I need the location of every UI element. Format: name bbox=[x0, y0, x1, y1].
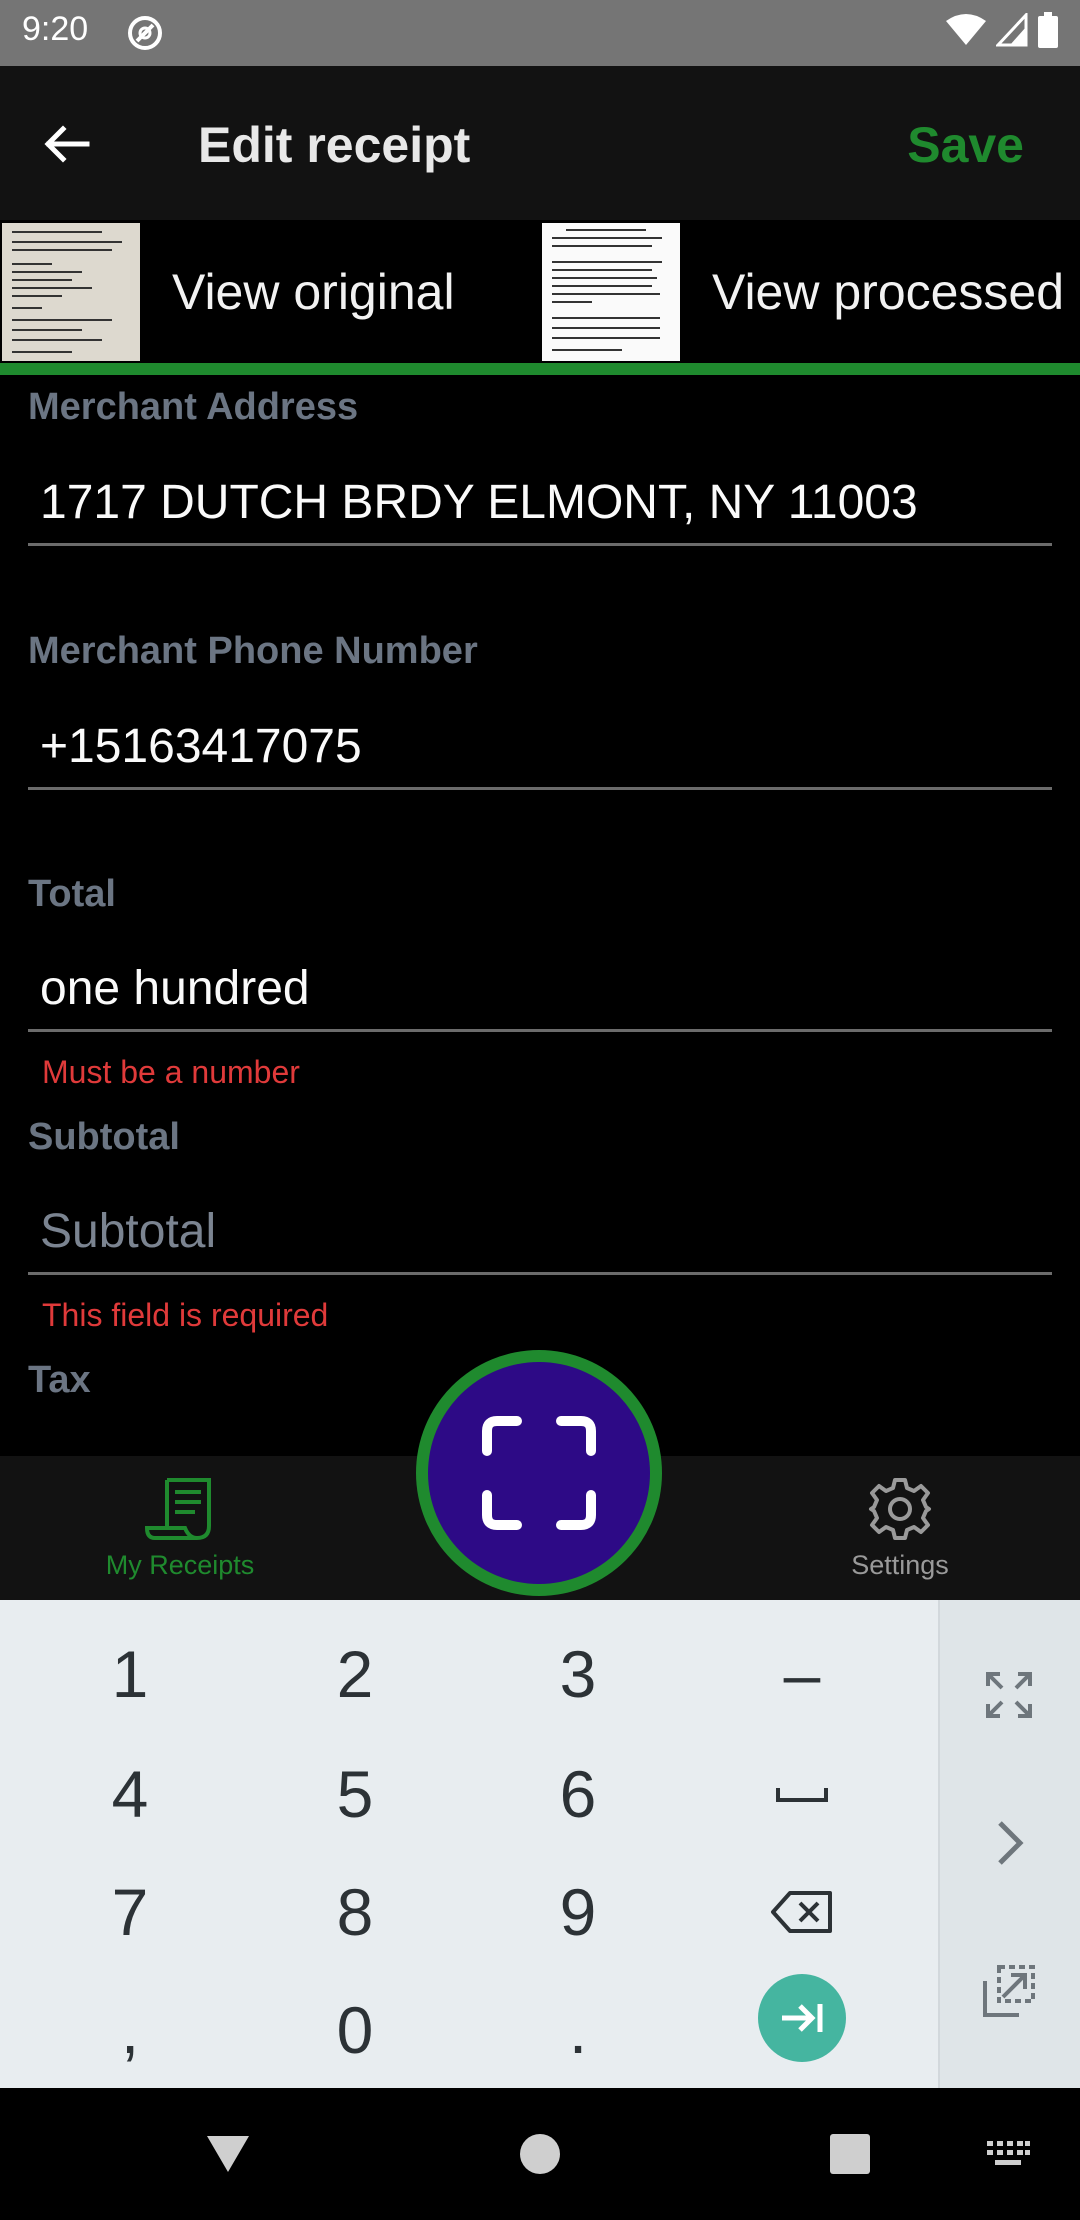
merchant-phone-input[interactable] bbox=[28, 706, 1052, 790]
nav-my-receipts[interactable]: My Receipts bbox=[50, 1456, 310, 1600]
key-minus[interactable]: – bbox=[732, 1624, 872, 1724]
keyboard-icon bbox=[987, 2141, 1030, 2165]
status-icons bbox=[946, 12, 1058, 48]
system-navigation-bar bbox=[0, 2088, 1080, 2220]
key-7[interactable]: 7 bbox=[60, 1862, 200, 1962]
back-button[interactable] bbox=[34, 112, 98, 176]
key-0[interactable]: 0 bbox=[285, 1980, 425, 2080]
space-bar-icon bbox=[776, 1788, 828, 1802]
system-home-button[interactable] bbox=[480, 2088, 600, 2220]
app-notification-icon bbox=[128, 16, 162, 50]
nav-settings-label: Settings bbox=[851, 1549, 949, 1580]
triangle-back-icon bbox=[207, 2136, 249, 2172]
backspace-key[interactable] bbox=[732, 1862, 872, 1962]
receipt-form: Merchant Address Merchant Phone Number T… bbox=[0, 376, 1080, 1456]
gear-icon bbox=[869, 1477, 931, 1540]
subtotal-label: Subtotal bbox=[28, 1116, 180, 1158]
key-period[interactable]: . bbox=[508, 1980, 648, 2080]
receipt-image-tabs: View original View processed bbox=[0, 220, 1080, 364]
tax-label: Tax bbox=[28, 1359, 91, 1401]
subtotal-error: This field is required bbox=[42, 1297, 329, 1333]
merchant-address-input[interactable] bbox=[28, 462, 1052, 546]
arrow-back-icon bbox=[44, 125, 90, 163]
save-button[interactable]: Save bbox=[907, 116, 1024, 174]
scan-frame-icon bbox=[482, 1416, 596, 1530]
keyboard-switch-button[interactable] bbox=[948, 2088, 1068, 2220]
system-back-button[interactable] bbox=[168, 2088, 288, 2220]
nav-my-receipts-label: My Receipts bbox=[105, 1549, 255, 1580]
system-recents-button[interactable] bbox=[790, 2088, 910, 2220]
wifi-icon bbox=[946, 14, 986, 45]
status-bar: 9:20 bbox=[0, 0, 1080, 66]
popout-icon bbox=[983, 1965, 1035, 2017]
battery-icon bbox=[1038, 12, 1058, 48]
key-2[interactable]: 2 bbox=[285, 1624, 425, 1724]
key-8[interactable]: 8 bbox=[285, 1862, 425, 1962]
popout-key[interactable] bbox=[938, 1926, 1080, 2056]
nav-settings[interactable]: Settings bbox=[770, 1456, 1030, 1600]
fullscreen-key[interactable] bbox=[938, 1630, 1080, 1760]
tab-indicator bbox=[0, 363, 1080, 375]
total-input[interactable] bbox=[28, 948, 1052, 1032]
key-6[interactable]: 6 bbox=[508, 1744, 648, 1844]
square-recents-icon bbox=[830, 2134, 870, 2174]
next-field-icon bbox=[782, 2004, 823, 2032]
next-field-key[interactable] bbox=[758, 1974, 846, 2062]
processed-receipt-thumbnail bbox=[542, 223, 680, 361]
key-space[interactable] bbox=[732, 1744, 872, 1844]
top-app-bar: Edit receipt Save bbox=[0, 66, 1080, 220]
backspace-icon bbox=[771, 1891, 832, 1933]
merchant-phone-label: Merchant Phone Number bbox=[28, 630, 478, 672]
fullscreen-icon bbox=[986, 1672, 1032, 1718]
chevron-right-key[interactable] bbox=[938, 1778, 1080, 1908]
tab-view-processed[interactable]: View processed bbox=[540, 220, 1080, 364]
scan-fab-inner bbox=[428, 1362, 650, 1584]
status-time: 9:20 bbox=[22, 10, 89, 48]
subtotal-input[interactable] bbox=[28, 1191, 1052, 1275]
key-5[interactable]: 5 bbox=[285, 1744, 425, 1844]
tab-view-original[interactable]: View original bbox=[0, 220, 540, 364]
total-error: Must be a number bbox=[42, 1054, 300, 1090]
merchant-address-label: Merchant Address bbox=[28, 386, 359, 428]
key-comma[interactable]: , bbox=[60, 1980, 200, 2080]
signal-icon bbox=[996, 13, 1028, 47]
key-1[interactable]: 1 bbox=[60, 1624, 200, 1724]
key-9[interactable]: 9 bbox=[508, 1862, 648, 1962]
numeric-keyboard: 1 2 3 – 4 5 6 7 8 9 , 0 . bbox=[0, 1600, 1080, 2088]
total-label: Total bbox=[28, 873, 116, 915]
scan-receipt-button[interactable] bbox=[416, 1350, 662, 1596]
key-3[interactable]: 3 bbox=[508, 1624, 648, 1724]
circle-home-icon bbox=[520, 2134, 560, 2174]
receipt-icon bbox=[145, 1477, 211, 1540]
chevron-right-icon bbox=[998, 1821, 1024, 1865]
view-original-label: View original bbox=[172, 264, 455, 320]
key-4[interactable]: 4 bbox=[60, 1744, 200, 1844]
view-processed-label: View processed bbox=[712, 264, 1065, 320]
page-title: Edit receipt bbox=[198, 117, 471, 173]
original-receipt-thumbnail bbox=[2, 223, 140, 361]
